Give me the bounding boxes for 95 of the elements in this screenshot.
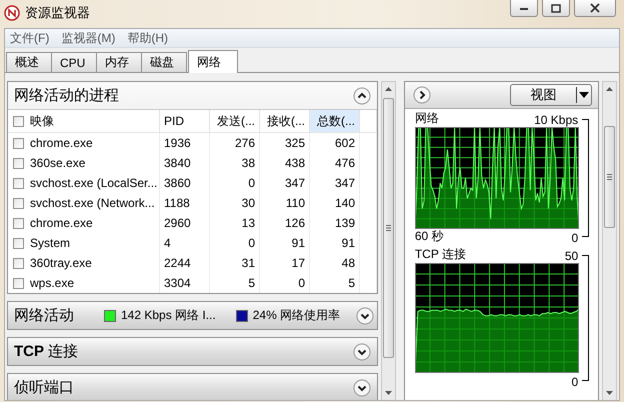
table-cell: 30 (210, 193, 260, 213)
table-cell: 17 (260, 253, 310, 273)
graph-title: TCP 连接 (414, 246, 466, 263)
tab[interactable]: 网络 (188, 50, 238, 73)
legend-label: 142 Kbps 网络 I... (121, 307, 216, 324)
table-cell: 1188 (160, 193, 210, 213)
table-cell: 13 (210, 213, 260, 233)
table-cell: 5 (310, 273, 360, 293)
checkbox[interactable] (13, 116, 24, 126)
menu-item[interactable]: 文件(F) (5, 30, 54, 46)
table-cell: 0 (210, 173, 260, 193)
maximize-icon (551, 4, 561, 12)
table-cell: 276 (210, 133, 260, 153)
table-cell: 139 (310, 213, 360, 233)
close-icon (590, 3, 600, 13)
menu-item[interactable]: 帮助(H) (122, 30, 173, 46)
table-cell: 140 (310, 193, 360, 213)
table-cell: 31 (210, 253, 260, 273)
scrollbar-thumb[interactable] (383, 98, 394, 358)
close-button[interactable] (574, 0, 616, 17)
column-header[interactable]: 映像 (8, 110, 160, 132)
column-header[interactable]: 总数(... (310, 110, 360, 132)
tab[interactable]: 内存 (96, 52, 142, 72)
table-cell: 4 (160, 233, 210, 253)
checkbox[interactable] (13, 258, 24, 268)
table-cell: 38 (210, 153, 260, 173)
tab[interactable]: CPU (51, 52, 97, 72)
expand-pane-button[interactable] (412, 86, 431, 104)
table-cell: 1936 (160, 133, 210, 153)
scale-max-label: 10 Kbps (534, 113, 578, 127)
table-cell: 347 (310, 173, 360, 193)
checkbox[interactable] (13, 138, 24, 148)
window-title: 资源监视器 (25, 4, 90, 22)
scale-max-label: 50 (564, 249, 578, 263)
collapse-button[interactable] (353, 86, 371, 104)
view-dropdown[interactable]: 视图 (510, 84, 592, 106)
tab[interactable]: 概述 (6, 52, 52, 72)
table-cell-text: 360se.exe (30, 155, 86, 172)
collapse-button[interactable] (353, 378, 371, 396)
checkbox[interactable] (13, 178, 24, 188)
table-cell: 110 (260, 193, 310, 213)
table-cell: 2244 (160, 253, 210, 273)
section-title: TCP 连接 (14, 342, 78, 361)
table-cell: 91 (310, 233, 360, 253)
table-cell: 5 (210, 273, 260, 293)
table-cell: 347 (260, 173, 310, 193)
down-arrow-icon (384, 391, 392, 395)
tab[interactable]: 磁盘 (141, 52, 187, 72)
table-cell: 325 (260, 133, 310, 153)
table-cell-text: 360tray.exe (30, 255, 92, 272)
minimize-icon (519, 5, 529, 11)
table-cell-text: chrome.exe (30, 135, 93, 152)
column-header[interactable]: 发送(... (210, 110, 260, 132)
table-cell: 0 (210, 233, 260, 253)
checkbox[interactable] (13, 198, 24, 208)
checkbox[interactable] (13, 218, 24, 228)
table-cell: 3840 (160, 153, 210, 173)
checkbox[interactable] (13, 278, 24, 288)
table-cell: 3304 (160, 273, 210, 293)
table-cell-text: System (30, 235, 70, 252)
section-title: 侦听端口 (14, 378, 74, 397)
section-title: 网络活动 (14, 306, 74, 325)
scale-min-label: 0 (571, 375, 578, 389)
checkbox[interactable] (13, 158, 24, 168)
table-cell: 91 (260, 233, 310, 253)
collapse-button[interactable] (356, 306, 374, 324)
table-cell-text: chrome.exe (30, 215, 93, 232)
up-arrow-icon (384, 87, 392, 91)
time-span-label: 60 秒 (414, 228, 444, 245)
collapse-button[interactable] (353, 342, 371, 360)
table-cell-text: svchost.exe (LocalSer... (30, 175, 158, 192)
column-header[interactable]: PID (160, 110, 210, 132)
up-arrow-icon (606, 87, 614, 91)
table-cell: 602 (310, 133, 360, 153)
caret-icon (579, 92, 590, 98)
maximize-button[interactable] (542, 0, 570, 17)
checkbox[interactable] (13, 238, 24, 248)
table-cell: 48 (310, 253, 360, 273)
legend-label: 24% 网络使用率 (252, 307, 340, 324)
table-cell: 438 (260, 153, 310, 173)
down-arrow-icon (606, 391, 614, 395)
graph-title: 网络 (414, 110, 439, 127)
section-title: 网络活动的进程 (14, 86, 119, 105)
minimize-button[interactable] (510, 0, 538, 17)
table-cell: 126 (260, 213, 310, 233)
table-cell: 3860 (160, 173, 210, 193)
table-cell: 0 (260, 273, 310, 293)
menu-item[interactable]: 监视器(M) (56, 30, 120, 46)
app-icon (4, 5, 20, 21)
scale-min-label: 0 (571, 231, 578, 245)
table-cell-text: wps.exe (30, 275, 74, 292)
scrollbar-thumb[interactable] (604, 126, 615, 228)
table-cell: 476 (310, 153, 360, 173)
table-cell-text: svchost.exe (Network... (30, 195, 155, 212)
table-cell: 2960 (160, 213, 210, 233)
